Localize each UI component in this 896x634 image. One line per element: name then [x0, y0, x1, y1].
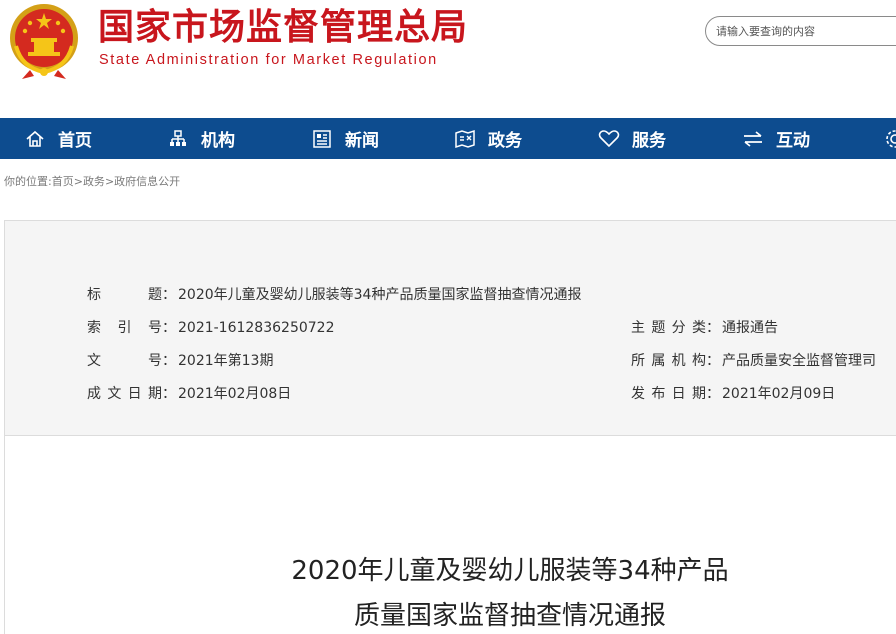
meta-value-organization: 产品质量安全监督管理司 [722, 353, 876, 369]
meta-value-created-date: 2021年02月08日 [178, 386, 292, 402]
gear-icon [884, 128, 896, 150]
breadcrumb-link-government-affairs[interactable]: 政务 [83, 175, 105, 188]
meta-row-title: 标题： 2020年儿童及婴幼儿服装等34种产品质量国家监督抽查情况通报 [87, 286, 581, 304]
news-icon [311, 128, 333, 150]
site-header: 国家市场监督管理总局 State Administration for Mark… [0, 0, 896, 118]
meta-label-title: 标题 [87, 287, 162, 303]
main-navigation: 首页 机构 新闻 政务 服务 互动 [0, 118, 896, 159]
search-box [705, 16, 896, 46]
breadcrumb-link-home[interactable]: 首页 [52, 175, 74, 188]
breadcrumb-link-info-disclosure[interactable]: 政府信息公开 [114, 175, 180, 188]
meta-label-published-date: 发布日期 [631, 386, 706, 402]
nav-item-home[interactable]: 首页 [24, 118, 92, 159]
meta-row-topic: 主题分类： 通报通告 [631, 319, 778, 337]
meta-row-created-date: 成文日期： 2021年02月08日 [87, 385, 291, 403]
breadcrumb-separator: > [104, 175, 115, 188]
meta-value-topic: 通报通告 [722, 320, 778, 336]
meta-value-index: 2021-1612836250722 [178, 320, 335, 336]
meta-value-title: 2020年儿童及婴幼儿服装等34种产品质量国家监督抽查情况通报 [178, 287, 582, 303]
meta-label-created-date: 成文日期 [87, 386, 162, 402]
site-name-english[interactable]: State Administration for Market Regulati… [99, 52, 438, 68]
meta-colon: ： [706, 320, 720, 336]
document-metadata-panel: 标题： 2020年儿童及婴幼儿服装等34种产品质量国家监督抽查情况通报 索引号： 2… [4, 220, 896, 436]
breadcrumb: 你的位置:首页>政务>政府信息公开 [4, 173, 180, 189]
meta-row-organization: 所属机构： 产品质量安全监督管理司 [631, 352, 876, 370]
meta-value-doc-number: 2021年第13期 [178, 353, 274, 369]
meta-label-topic: 主题分类 [631, 320, 706, 336]
nav-label-interaction: 互动 [776, 131, 810, 151]
site-name-chinese[interactable]: 国家市场监督管理总局 [98, 6, 468, 50]
home-icon [24, 128, 46, 150]
nav-item-news[interactable]: 新闻 [311, 118, 379, 159]
nav-item-interaction[interactable]: 互动 [742, 118, 810, 159]
government-affairs-icon [454, 128, 476, 150]
meta-row-published-date: 发布日期： 2021年02月09日 [631, 385, 835, 403]
heart-icon [598, 128, 620, 150]
meta-colon: ： [162, 353, 176, 369]
nav-label-home: 首页 [58, 131, 92, 151]
org-chart-icon [167, 128, 189, 150]
meta-colon: ： [706, 353, 720, 369]
nav-item-government-affairs[interactable]: 政务 [454, 118, 522, 159]
document-title: 2020年儿童及婴幼儿服装等34种产品 质量国家监督抽查情况通报 [0, 549, 896, 634]
nav-label-organization: 机构 [201, 131, 235, 151]
meta-colon: ： [162, 287, 176, 303]
nav-item-more[interactable] [884, 118, 896, 159]
document-title-line-1: 2020年儿童及婴幼儿服装等34种产品 [291, 556, 729, 586]
meta-colon: ： [706, 386, 720, 402]
meta-label-organization: 所属机构 [631, 353, 706, 369]
nav-item-organization[interactable]: 机构 [167, 118, 235, 159]
meta-label-doc-number: 文号 [87, 353, 162, 369]
nav-item-services[interactable]: 服务 [598, 118, 666, 159]
nav-label-news: 新闻 [345, 131, 379, 151]
meta-row-doc-number: 文号： 2021年第13期 [87, 352, 273, 370]
nav-label-government-affairs: 政务 [488, 131, 522, 151]
page: 国家市场监督管理总局 State Administration for Mark… [0, 0, 896, 634]
breadcrumb-separator: > [73, 175, 83, 188]
national-emblem-icon[interactable] [8, 2, 80, 80]
meta-colon: ： [162, 320, 176, 336]
search-input[interactable] [716, 17, 896, 45]
meta-colon: ： [162, 386, 176, 402]
exchange-arrows-icon [742, 128, 764, 150]
meta-label-index: 索引号 [87, 320, 162, 336]
breadcrumb-prefix: 你的位置: [4, 175, 52, 188]
meta-value-published-date: 2021年02月09日 [722, 386, 836, 402]
document-title-line-2: 质量国家监督抽查情况通报 [353, 601, 666, 631]
nav-label-services: 服务 [632, 131, 666, 151]
meta-row-index: 索引号： 2021-1612836250722 [87, 319, 334, 337]
